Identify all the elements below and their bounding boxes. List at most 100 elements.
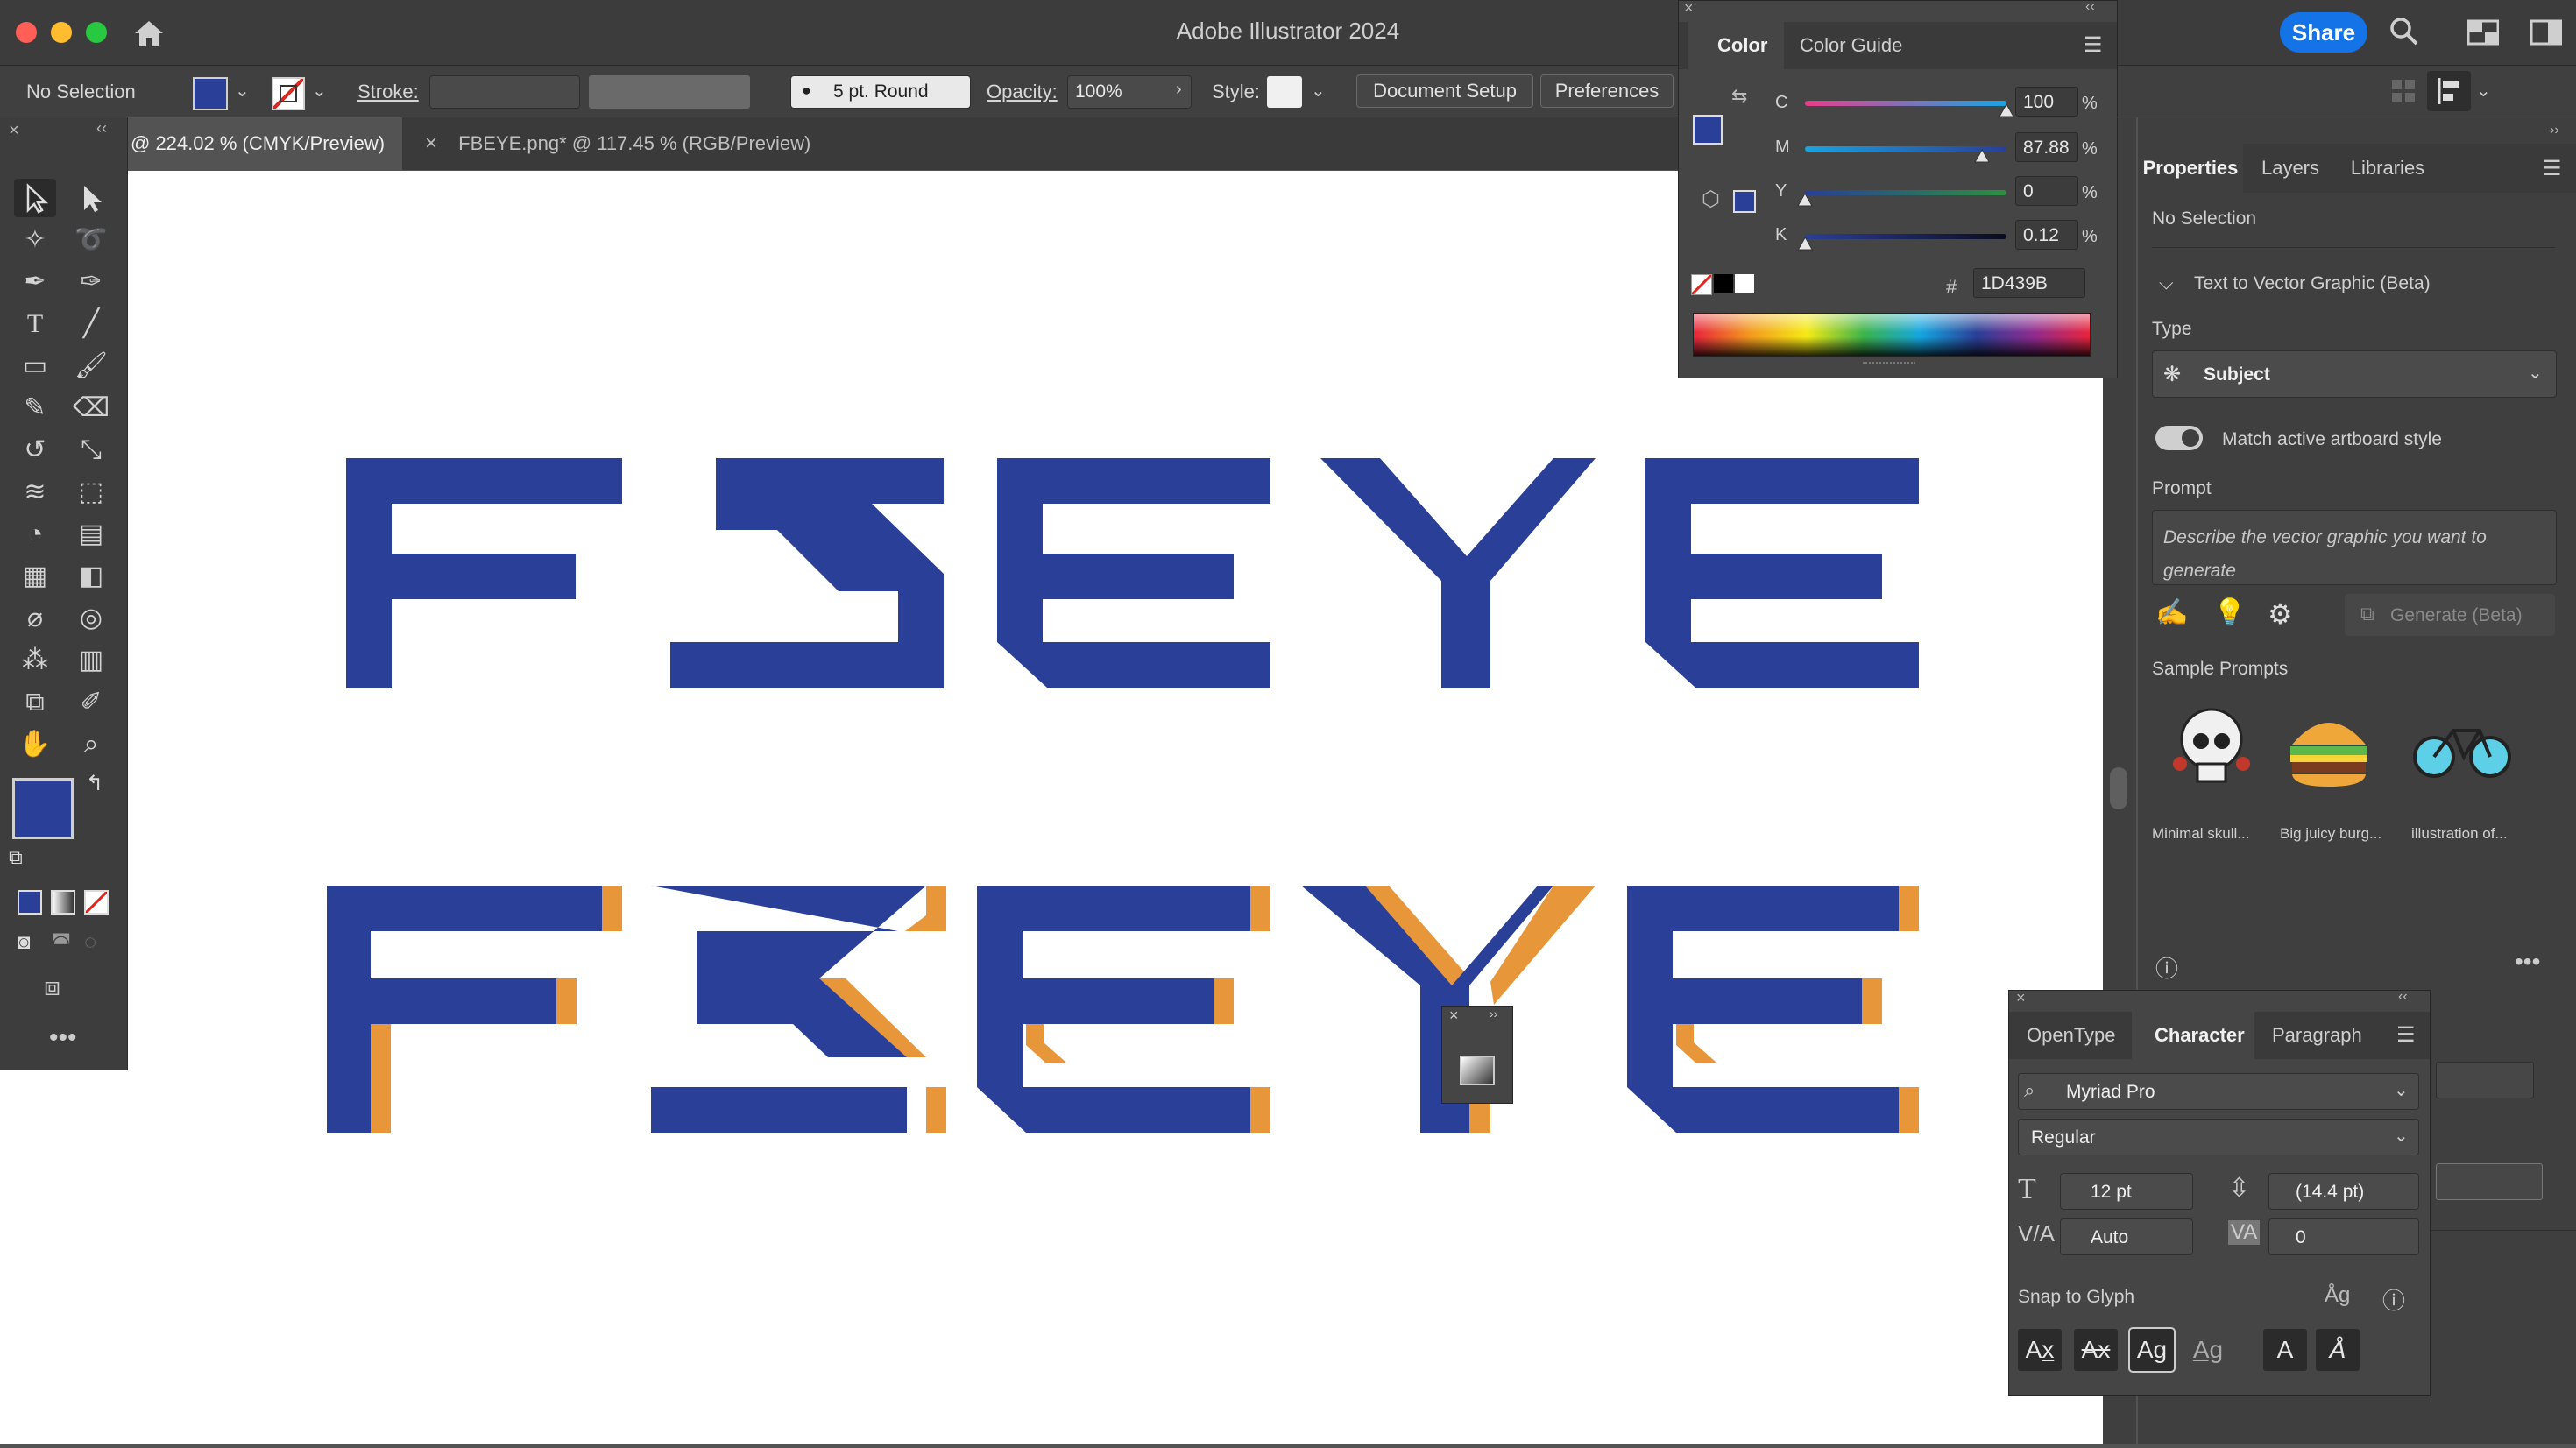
close-icon[interactable]: ×	[9, 121, 19, 141]
yellow-value[interactable]: 0	[2015, 176, 2078, 206]
magic-wand-tool-icon[interactable]: ✧	[14, 221, 56, 259]
style-picker-icon[interactable]: ✍	[2155, 597, 2188, 628]
align-button[interactable]	[2427, 71, 2471, 111]
line-segment-tool-icon[interactable]: ╱	[70, 305, 112, 343]
tab-layers[interactable]: Layers	[2247, 144, 2334, 193]
cyan-slider[interactable]	[1805, 101, 2006, 106]
slider-handle-m[interactable]	[1974, 148, 1990, 163]
panel-menu-icon[interactable]: ☰	[2084, 32, 2103, 58]
zoom-tool-icon[interactable]: ⌕	[70, 725, 112, 764]
fill-color-swatch[interactable]	[12, 778, 74, 839]
scale-tool-icon[interactable]: ⤡	[70, 431, 112, 470]
glyph-bounds-snap-icon[interactable]: Ag	[2128, 1327, 2176, 1373]
preferences-button[interactable]: Preferences	[1540, 74, 1674, 108]
draw-inside-icon[interactable]: ◌	[84, 930, 96, 955]
angular-guides-icon[interactable]: A	[2263, 1329, 2307, 1371]
yellow-slider[interactable]	[1805, 190, 2006, 195]
black-swatch[interactable]	[1714, 274, 1733, 293]
panel-menu-icon[interactable]: ☰	[2396, 1022, 2416, 1048]
generate-button[interactable]: ⧉ Generate (Beta)	[2345, 594, 2555, 636]
match-style-toggle[interactable]	[2155, 426, 2203, 450]
kerning-field[interactable]: Auto	[2060, 1218, 2193, 1255]
font-family-field[interactable]: ⌕ Myriad Pro ⌄	[2018, 1073, 2419, 1110]
tab-opentype[interactable]: OpenType	[2016, 1012, 2141, 1059]
stroke-label[interactable]: Stroke:	[357, 81, 419, 103]
rectangle-tool-icon[interactable]: ▭	[14, 347, 56, 385]
lasso-tool-icon[interactable]: ➰	[70, 221, 112, 259]
lightbulb-icon[interactable]: 💡	[2213, 597, 2246, 628]
collapse-icon[interactable]: ››	[2550, 123, 2559, 138]
none-mode-icon[interactable]	[84, 890, 109, 915]
screen-mode-icon[interactable]: ⧈	[44, 972, 60, 1002]
burger-sample-image[interactable]	[2285, 706, 2373, 790]
font-style-field[interactable]: Regular ⌄	[2018, 1119, 2419, 1155]
baseline-snap-icon[interactable]: Ax	[2018, 1329, 2062, 1371]
slider-handle-y[interactable]	[1797, 192, 1813, 207]
close-icon[interactable]: ×	[1449, 1007, 1459, 1025]
color-mode-icon[interactable]	[18, 890, 42, 915]
symbol-sprayer-tool-icon[interactable]: ⁂	[14, 641, 56, 680]
chevron-right-icon[interactable]: ›	[1176, 80, 1182, 100]
column-graph-tool-icon[interactable]: ▥	[70, 641, 112, 680]
gradient-tool-icon[interactable]: ◧	[70, 557, 112, 596]
chevron-down-icon[interactable]: ⌄	[1311, 80, 1326, 102]
warp-tool-icon[interactable]: ≋	[14, 473, 56, 512]
opacity-label[interactable]: Opacity:	[987, 81, 1058, 103]
direct-selection-tool-icon[interactable]	[70, 179, 112, 217]
chevron-down-icon[interactable]: ⌄	[235, 80, 250, 102]
shape-builder-tool-icon[interactable]: ◔	[14, 515, 56, 554]
prompt-input[interactable]: Describe the vector graphic you want to …	[2152, 510, 2557, 585]
free-transform-tool-icon[interactable]: ⬚	[70, 473, 112, 512]
tab-libraries[interactable]: Libraries	[2339, 144, 2436, 193]
slider-handle-c[interactable]	[1999, 102, 2014, 117]
eraser-tool-icon[interactable]: ⌫	[70, 389, 112, 427]
arrange-icon[interactable]	[2390, 78, 2417, 104]
selection-tool-icon[interactable]	[14, 179, 56, 217]
gear-icon[interactable]: ⚙	[2268, 597, 2293, 631]
collapse-icon[interactable]: ‹‹	[2398, 989, 2408, 1005]
anchor-point-snap-icon[interactable]: Å	[2316, 1329, 2360, 1371]
black-slider[interactable]	[1805, 234, 2006, 239]
tracking-field[interactable]: 0	[2268, 1218, 2419, 1255]
slider-handle-k[interactable]	[1797, 236, 1814, 251]
swap-icon[interactable]: ⇆	[1731, 85, 1747, 108]
draw-behind-icon[interactable]: ◚	[51, 930, 71, 956]
tab-active-document[interactable]: @ 224.02 % (CMYK/Preview)	[127, 117, 402, 170]
close-icon[interactable]: ×	[1684, 0, 1694, 18]
blend-tool-icon[interactable]: ◎	[70, 599, 112, 638]
pen-tool-icon[interactable]: ✒	[14, 263, 56, 301]
magenta-value[interactable]: 87.88	[2015, 132, 2078, 162]
mesh-tool-icon[interactable]: ▦	[14, 557, 56, 596]
hand-tool-icon[interactable]: ✋	[14, 725, 56, 764]
variable-width-profile[interactable]	[589, 75, 750, 109]
gradient-mode-icon[interactable]	[51, 890, 75, 915]
default-colors-icon[interactable]: ⧉	[9, 846, 23, 869]
slice-tool-icon[interactable]: ✐	[70, 683, 112, 722]
hidden-button[interactable]	[2436, 1163, 2543, 1200]
info-icon[interactable]: ⓘ	[2382, 1283, 2405, 1316]
close-tab-icon[interactable]: ×	[425, 131, 437, 155]
curvature-tool-icon[interactable]: ✑	[70, 263, 112, 301]
opacity-field[interactable]: 100%	[1067, 75, 1192, 109]
tab-color-guide[interactable]: Color Guide	[1787, 22, 1931, 69]
graphic-style-swatch[interactable]	[1267, 76, 1302, 108]
gamut-swatch[interactable]	[1733, 190, 1756, 213]
chevron-down-icon[interactable]: ⌵	[2159, 272, 2174, 294]
glyph-guides-icon[interactable]: Åg	[2325, 1283, 2350, 1308]
draw-normal-icon[interactable]: ◙	[18, 930, 31, 955]
tab-fbeye-png[interactable]: × FBEYE.png* @ 117.45 % (RGB/Preview)	[425, 117, 951, 170]
color-spectrum[interactable]	[1693, 313, 2091, 357]
stroke-weight-field[interactable]	[429, 75, 580, 109]
artboard-tool-icon[interactable]: ⧉	[14, 683, 56, 722]
gradient-swatch[interactable]	[1460, 1056, 1495, 1085]
share-button[interactable]: Share	[2280, 12, 2367, 53]
none-color-swatch[interactable]	[1690, 273, 1713, 296]
fill-swatch[interactable]	[193, 77, 228, 110]
document-setup-button[interactable]: Document Setup	[1356, 74, 1533, 108]
logo-bottom[interactable]	[327, 886, 1919, 1133]
swap-colors-icon[interactable]: ↰	[86, 771, 103, 796]
close-icon[interactable]: ×	[2016, 989, 2026, 1007]
tab-color[interactable]: Color	[1688, 22, 1784, 69]
tab-character[interactable]: Character	[2132, 1012, 2254, 1059]
scrollbar-thumb[interactable]	[2110, 767, 2127, 809]
